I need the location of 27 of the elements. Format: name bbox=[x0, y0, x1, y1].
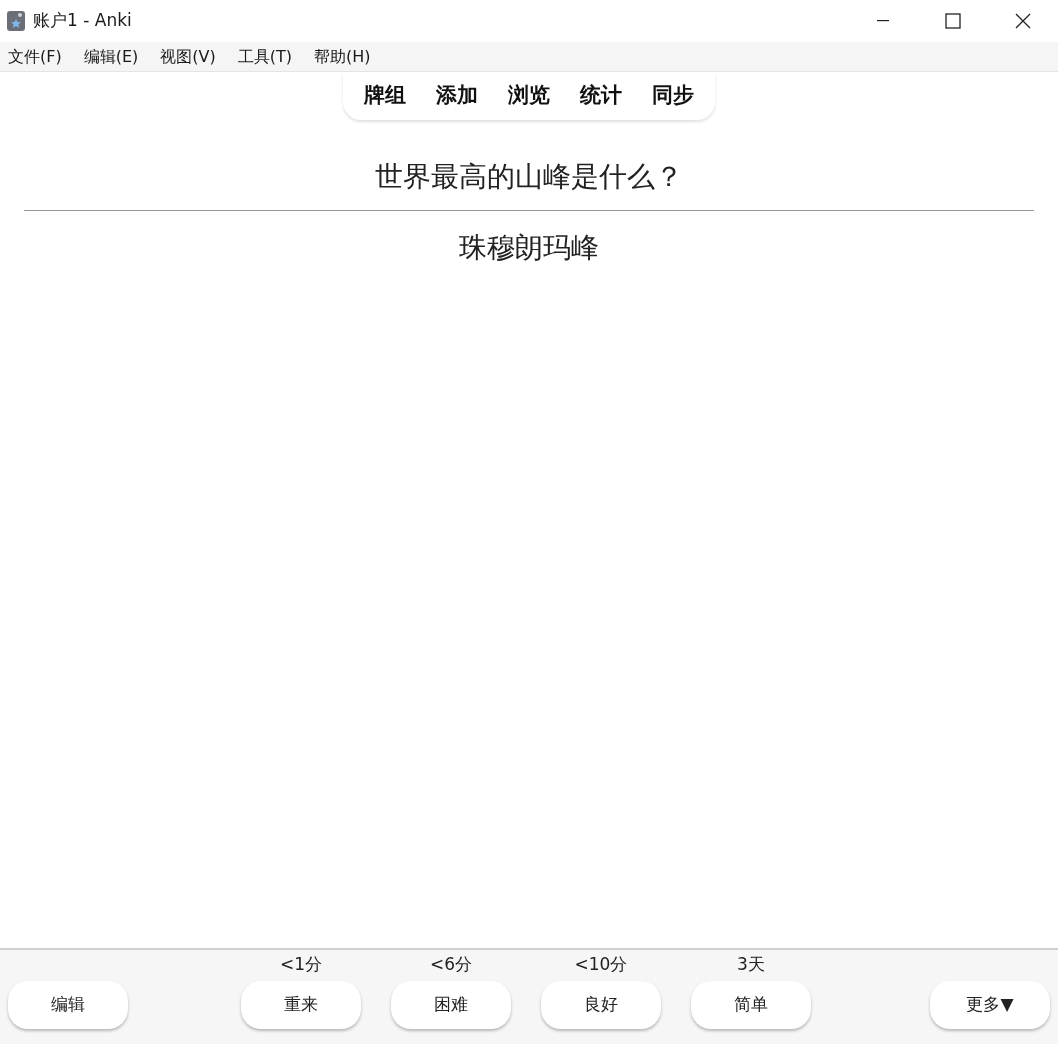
toolbar-link[interactable]: 添加 bbox=[431, 80, 483, 112]
interval-label: <10分 bbox=[574, 952, 628, 976]
menu-item[interactable]: 视图(V) bbox=[160, 44, 216, 69]
answer-button[interactable]: 困难 bbox=[391, 981, 511, 1029]
answer-button[interactable]: 重来 bbox=[241, 981, 361, 1029]
minimize-icon bbox=[877, 20, 889, 22]
menu-item[interactable]: 帮助(H) bbox=[314, 44, 371, 69]
maximize-icon bbox=[945, 13, 961, 29]
edit-button[interactable]: 编辑 bbox=[8, 981, 128, 1029]
interval-label: 3天 bbox=[737, 952, 765, 976]
menu-item[interactable]: 工具(T) bbox=[237, 44, 292, 69]
answer-button[interactable]: 简单 bbox=[691, 981, 811, 1029]
interval-label: <1分 bbox=[279, 952, 323, 976]
question-text: 世界最高的山峰是什么？ bbox=[375, 159, 683, 195]
window-title: 账户1 - Anki bbox=[33, 9, 132, 33]
toolbar-link[interactable]: 同步 bbox=[647, 80, 699, 112]
menu-item[interactable]: 编辑(E) bbox=[83, 44, 139, 69]
toolbar-link[interactable]: 统计 bbox=[575, 80, 627, 112]
toolbar-link[interactable]: 牌组 bbox=[359, 80, 411, 112]
answer-text: 珠穆朗玛峰 bbox=[459, 230, 599, 266]
answer-button[interactable]: 良好 bbox=[541, 981, 661, 1029]
close-icon bbox=[1015, 13, 1031, 29]
menu-item[interactable]: 文件(F) bbox=[8, 44, 62, 69]
app-icon bbox=[7, 11, 25, 31]
more-button[interactable]: 更多▼ bbox=[930, 981, 1050, 1029]
interval-label: <6分 bbox=[429, 952, 473, 976]
toolbar-link[interactable]: 浏览 bbox=[503, 80, 555, 112]
